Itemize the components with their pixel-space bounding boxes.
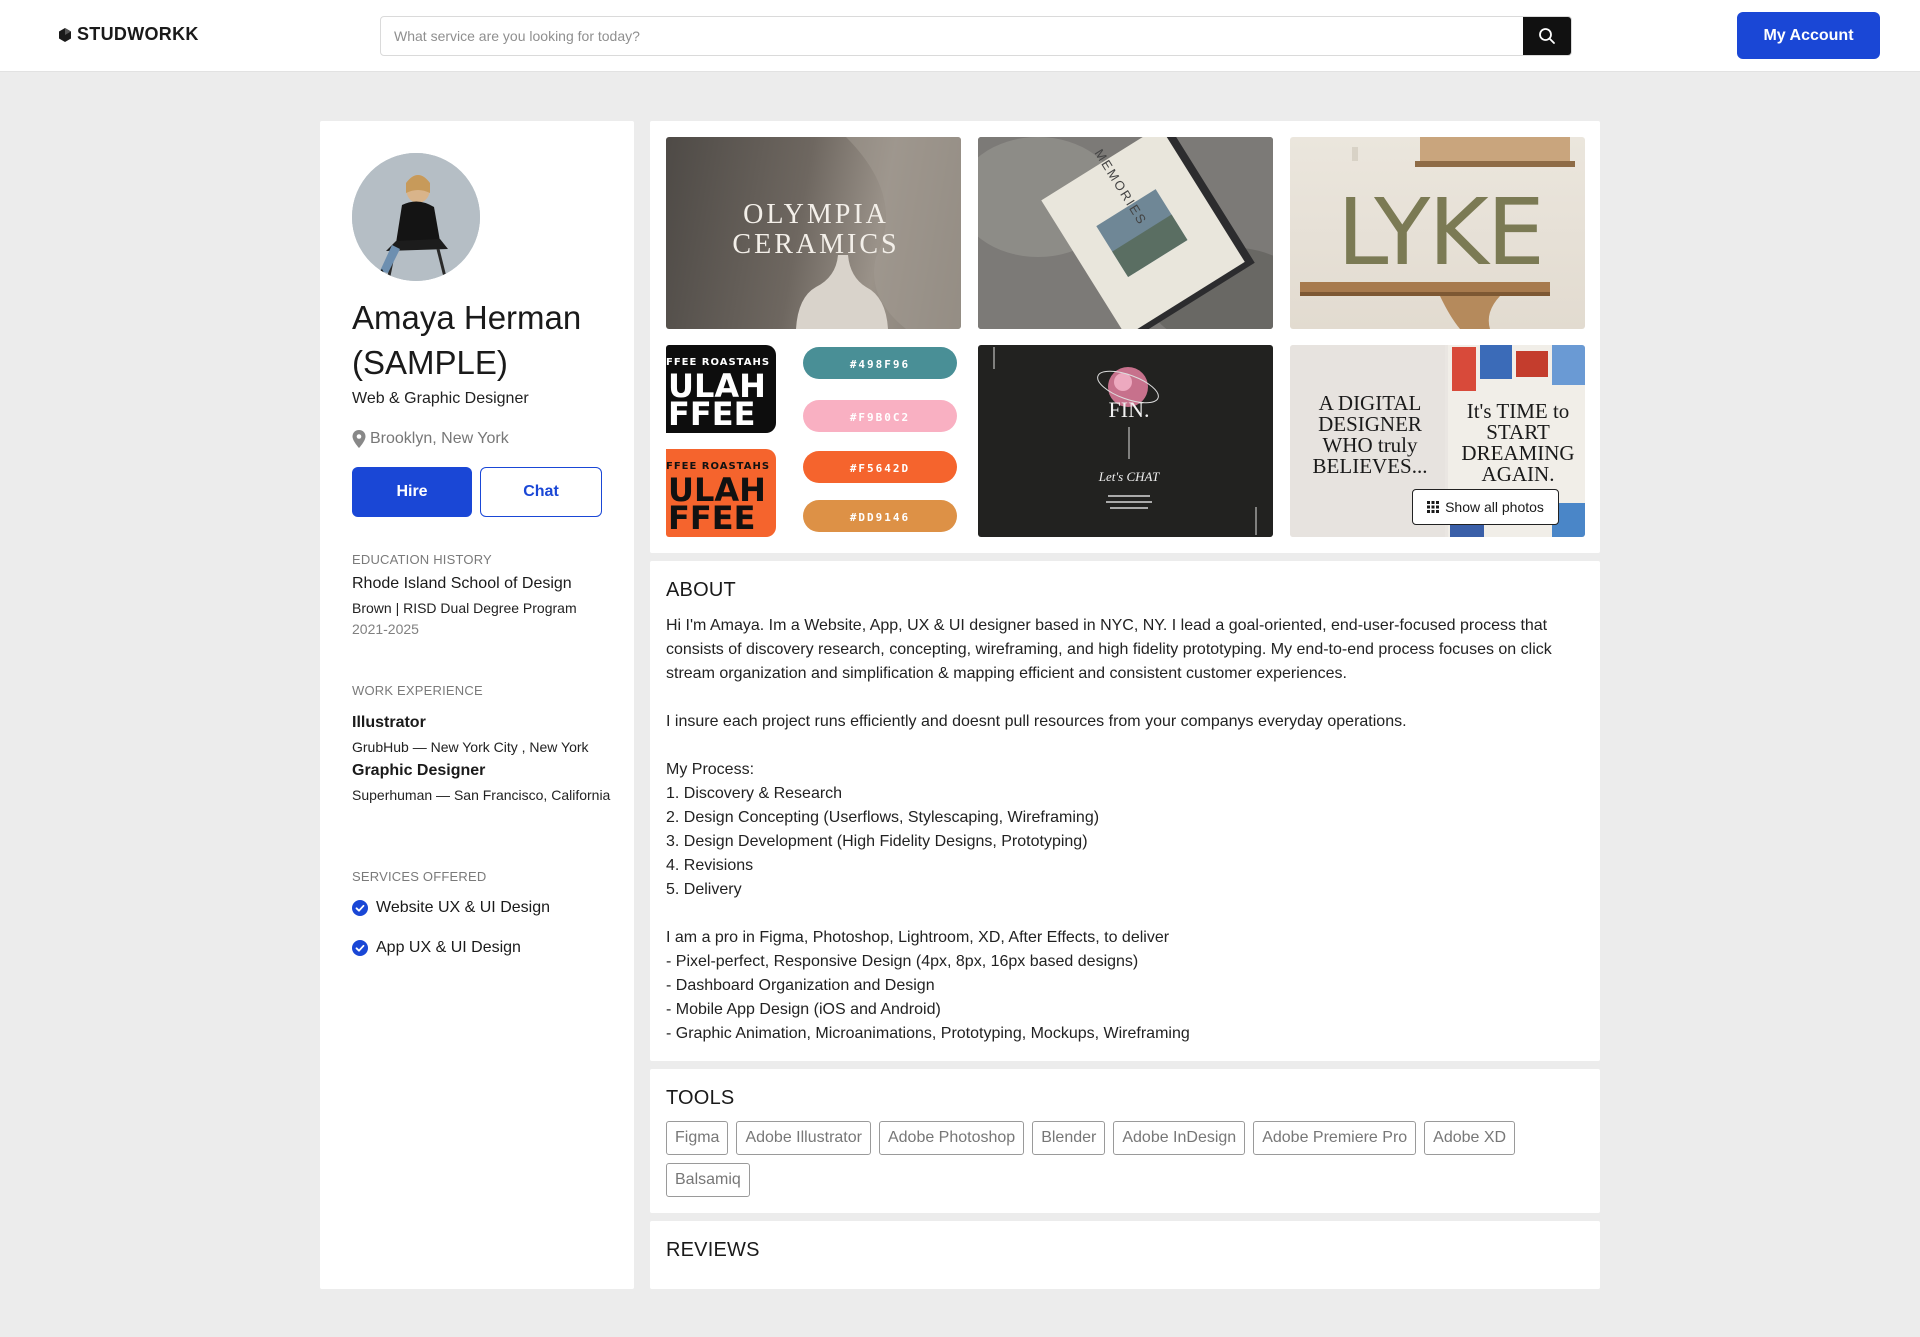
- chat-button[interactable]: Chat: [480, 467, 602, 517]
- top-navigation-bar: STUDWORKK My Account: [0, 0, 1920, 72]
- education-section-label: EDUCATION HISTORY: [352, 552, 492, 567]
- tools-tag-list: Figma Adobe Illustrator Adobe Photoshop …: [666, 1121, 1586, 1197]
- check-circle-icon: [352, 940, 368, 956]
- tool-tag: Blender: [1032, 1121, 1106, 1155]
- search-button[interactable]: [1523, 17, 1571, 55]
- my-account-button[interactable]: My Account: [1737, 12, 1880, 59]
- reviews-title: REVIEWS: [666, 1239, 760, 1261]
- gallery-photo-coffee-branding[interactable]: FFEE ROASTAHS ULAH FFEE FFEE ROASTAHS UL…: [666, 345, 961, 537]
- education-program: Brown | RISD Dual Degree Program: [352, 600, 577, 616]
- show-all-photos-button[interactable]: Show all photos: [1412, 489, 1559, 525]
- search-icon: [1539, 28, 1555, 44]
- service-label: Website UX & UI Design: [376, 899, 550, 916]
- lyke-text: LYKE: [1337, 179, 1543, 286]
- job-title: Graphic Designer: [352, 762, 486, 779]
- coffee-word-2: FFEE: [668, 499, 755, 537]
- tool-tag: Adobe Premiere Pro: [1253, 1121, 1417, 1155]
- services-section-label: SERVICES OFFERED: [352, 869, 487, 884]
- service-item: App UX & UI Design: [352, 939, 521, 957]
- show-all-photos-label: Show all photos: [1445, 499, 1544, 515]
- swatch-label: #498F96: [850, 358, 910, 371]
- service-item: Website UX & UI Design: [352, 899, 550, 917]
- hire-button[interactable]: Hire: [352, 467, 472, 517]
- check-circle-icon: [352, 900, 368, 916]
- profile-sidebar: Amaya Herman (SAMPLE) Web & Graphic Desi…: [320, 121, 634, 1289]
- tool-tag: Adobe Photoshop: [878, 1121, 1025, 1155]
- swatch-label: #DD9146: [850, 511, 910, 524]
- gallery-photo-lyke-sign[interactable]: LYKE: [1290, 137, 1585, 329]
- coffee-word-2: FFEE: [668, 395, 755, 433]
- tools-title: TOOLS: [666, 1087, 735, 1109]
- tool-tag: Balsamiq: [666, 1163, 750, 1197]
- dreaming-again-text: It's TIME to START DREAMING AGAIN.: [1461, 401, 1575, 486]
- reviews-section: REVIEWS: [650, 1221, 1600, 1289]
- job-company: GrubHub — New York City , New York: [352, 739, 589, 755]
- swatch-label: #F5642D: [850, 462, 910, 475]
- swatch-label: #F9B0C2: [850, 411, 910, 424]
- lets-chat-text: Let's CHAT: [1098, 469, 1160, 484]
- about-section: ABOUT Hi I'm Amaya. Im a Website, App, U…: [650, 561, 1600, 1061]
- grid-icon: [1427, 501, 1440, 513]
- digital-designer-text: A DIGITAL DESIGNER WHO truly BELIEVES...: [1312, 393, 1428, 478]
- avatar: [352, 153, 480, 281]
- tool-tag: Adobe XD: [1424, 1121, 1516, 1155]
- about-title: ABOUT: [666, 579, 736, 601]
- tool-tag: Adobe InDesign: [1113, 1121, 1246, 1155]
- location-text: Brooklyn, New York: [370, 430, 509, 447]
- job-company: Superhuman — San Francisco, California: [352, 787, 611, 803]
- ceramics-text: CERAMICS: [732, 229, 899, 260]
- job-title: Illustrator: [352, 714, 426, 731]
- education-school: Rhode Island School of Design: [352, 575, 572, 592]
- profile-role: Web & Graphic Designer: [352, 390, 529, 407]
- olympia-text: OLYMPIA: [743, 199, 889, 230]
- gallery-photo-olympia-ceramics[interactable]: OLYMPIA CERAMICS: [666, 137, 961, 329]
- location-pin-icon: [352, 430, 366, 448]
- profile-name: Amaya Herman (SAMPLE): [352, 299, 582, 381]
- tool-tag: Adobe Illustrator: [736, 1121, 871, 1155]
- logo-text: STUDWORKK: [77, 24, 199, 44]
- tool-tag: Figma: [666, 1121, 729, 1155]
- logo[interactable]: STUDWORKK: [57, 24, 199, 45]
- about-body: Hi I'm Amaya. Im a Website, App, UX & UI…: [666, 617, 1552, 1042]
- fin-text: FIN.: [1109, 397, 1150, 422]
- search-bar: [380, 16, 1572, 56]
- education-years: 2021-2025: [352, 621, 419, 637]
- tools-section: TOOLS Figma Adobe Illustrator Adobe Phot…: [650, 1069, 1600, 1213]
- gallery-photo-fin-lets-chat[interactable]: FIN. Let's CHAT: [978, 345, 1273, 537]
- logo-cube-icon: [59, 27, 71, 42]
- photo-gallery: OLYMPIA CERAMICS MEMORIES LYKE FFEE ROAS…: [650, 121, 1600, 553]
- work-section-label: WORK EXPERIENCE: [352, 683, 483, 698]
- service-label: App UX & UI Design: [376, 939, 521, 956]
- profile-location: Brooklyn, New York: [352, 430, 509, 448]
- search-input[interactable]: [381, 17, 1525, 55]
- gallery-photo-memories-book[interactable]: MEMORIES: [978, 137, 1273, 329]
